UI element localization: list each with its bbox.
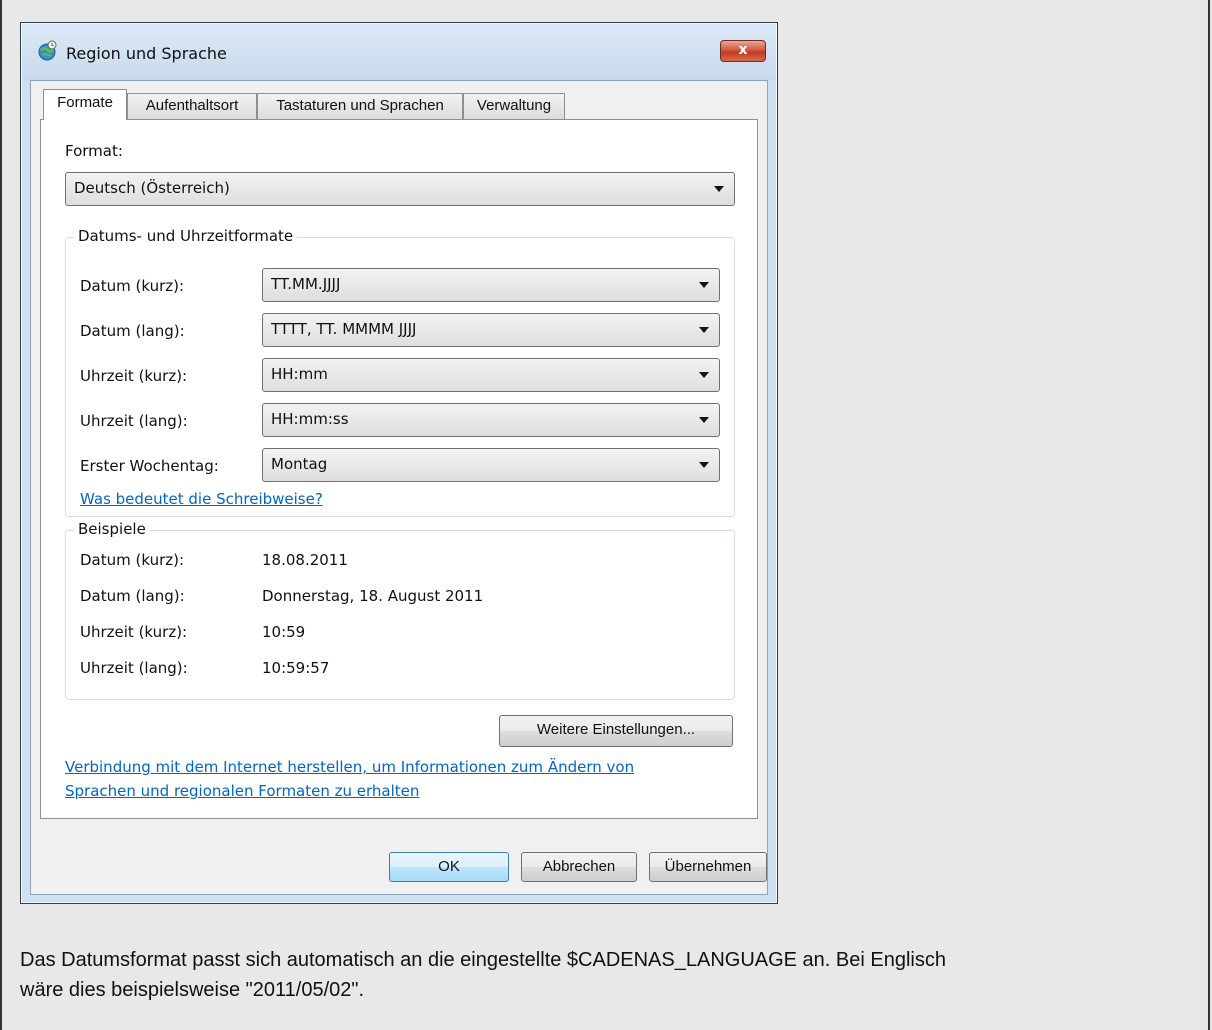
time-long-value: HH:mm:ss [271,410,349,428]
notation-help-link[interactable]: Was bedeutet die Schreibweise? [80,490,323,508]
caption-text: Das Datumsformat passt sich automatisch … [20,945,1190,1005]
example-time-short-value: 10:59 [262,623,306,641]
date-long-label: Datum (lang): [80,322,185,340]
dialog-body: Formate Aufenthaltsort Tastaturen und Sp… [30,80,768,895]
example-date-long-label: Datum (lang): [80,587,185,605]
examples-group: Beispiele Datum (kurz): 18.08.2011 Datum… [65,520,735,700]
date-long-dropdown[interactable]: TTTT, TT. MMMM JJJJ [262,313,720,347]
examples-group-title: Beispiele [74,520,150,538]
tab-tastaturen-und-sprachen[interactable]: Tastaturen und Sprachen [257,93,463,119]
apply-button[interactable]: Übernehmen [649,852,767,882]
chevron-down-icon [699,282,709,288]
date-short-label: Datum (kurz): [80,277,185,295]
date-short-dropdown[interactable]: TT.MM.JJJJ [262,268,720,302]
close-button[interactable]: x [720,40,766,62]
time-long-label: Uhrzeit (lang): [80,412,188,430]
date-long-value: TTTT, TT. MMMM JJJJ [271,320,417,338]
example-date-short-label: Datum (kurz): [80,551,185,569]
internet-info-link-line2[interactable]: Sprachen und regionalen Formaten zu erha… [65,782,419,800]
tab-verwaltung[interactable]: Verwaltung [463,93,565,119]
datetime-group-title: Datums- und Uhrzeitformate [74,227,298,245]
tab-formate[interactable]: Formate [43,89,127,120]
format-value: Deutsch (Österreich) [74,179,230,197]
chevron-down-icon [699,327,709,333]
chevron-down-icon [699,372,709,378]
time-short-label: Uhrzeit (kurz): [80,367,188,385]
format-label: Format: [65,142,123,160]
time-long-dropdown[interactable]: HH:mm:ss [262,403,720,437]
datetime-formats-group: Datums- und Uhrzeitformate Datum (kurz):… [65,227,735,517]
first-weekday-label: Erster Wochentag: [80,457,219,475]
time-short-value: HH:mm [271,365,328,383]
first-weekday-value: Montag [271,455,328,473]
time-short-dropdown[interactable]: HH:mm [262,358,720,392]
first-weekday-dropdown[interactable]: Montag [262,448,720,482]
example-time-long-value: 10:59:57 [262,659,330,677]
ok-button[interactable]: OK [389,852,509,882]
close-icon: x [738,42,748,58]
window-title: Region und Sprache [66,44,227,63]
caption-line-1: Das Datumsformat passt sich automatisch … [20,949,946,971]
cancel-button[interactable]: Abbrechen [521,852,637,882]
globe-clock-icon [38,40,57,61]
example-date-short-value: 18.08.2011 [262,551,348,569]
caption-line-2: wäre dies beispielsweise "2011/05/02". [20,979,365,1001]
chevron-down-icon [699,462,709,468]
format-dropdown[interactable]: Deutsch (Österreich) [65,172,735,206]
tab-aufenthaltsort[interactable]: Aufenthaltsort [127,93,257,119]
example-time-short-label: Uhrzeit (kurz): [80,623,188,641]
internet-info-link-line1[interactable]: Verbindung mit dem Internet herstellen, … [65,758,634,776]
example-time-long-label: Uhrzeit (lang): [80,659,188,677]
example-date-long-value: Donnerstag, 18. August 2011 [262,587,484,605]
chevron-down-icon [714,186,724,192]
title-bar[interactable]: Region und Sprache x [22,24,776,80]
more-settings-button[interactable]: Weitere Einstellungen... [499,715,733,747]
chevron-down-icon [699,417,709,423]
region-language-dialog: Region und Sprache x Formate Aufenthalts… [20,22,778,904]
date-short-value: TT.MM.JJJJ [271,275,341,293]
tab-page-formate: Format: Deutsch (Österreich) Datums- und… [40,119,758,819]
